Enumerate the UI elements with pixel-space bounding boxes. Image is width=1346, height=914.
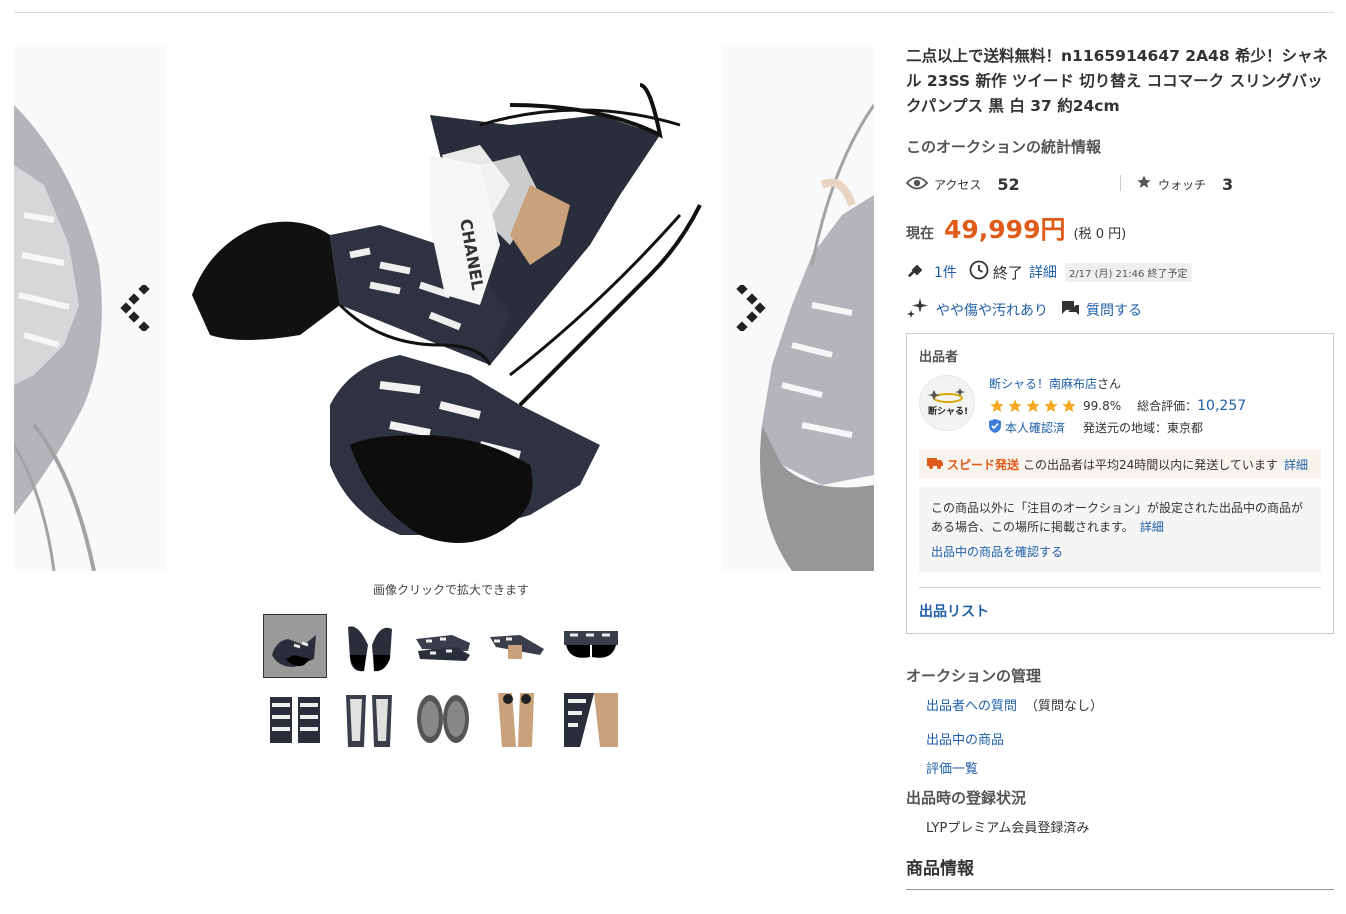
main-product-image[interactable]: CHANEL xyxy=(180,45,722,571)
price-row: 現在 49,999円 (税 0 円) xyxy=(906,210,1334,246)
rating-star-icon xyxy=(1062,398,1076,412)
notice-text: この商品以外に「注目のオークション」が設定された出品中の商品がある場合、この場所… xyxy=(931,501,1304,534)
seller-listing-link[interactable]: 出品リスト xyxy=(919,601,989,621)
management-list: 出品者への質問 （質問なし） 出品中の商品 評価一覧 xyxy=(926,692,1334,779)
clock-icon xyxy=(969,260,989,284)
featured-auction-notice: この商品以外に「注目のオークション」が設定された出品中の商品がある場合、この場所… xyxy=(919,487,1321,572)
seller-name-link[interactable]: 断シャる！南麻布店 xyxy=(989,377,1097,391)
seller-items-link[interactable]: 出品中の商品 xyxy=(926,729,1004,748)
thumbnail-4[interactable] xyxy=(486,615,548,677)
rating-total-label: 総合評価： xyxy=(1137,399,1198,413)
seller-box: 出品者 断シャる! 断シャる！南麻布店さん 99.8% 総合評価： 10,257… xyxy=(906,333,1334,634)
speed-shipping-banner: スピード発送 この出品者は平均24時間以内に発送しています 詳細 xyxy=(919,450,1321,478)
speed-text: この出品者は平均24時間以内に発送しています xyxy=(1023,457,1278,472)
product-info-divider xyxy=(906,889,1334,890)
seller-question-link[interactable]: 出品者への質問 xyxy=(926,695,1017,714)
watch-stat: ウォッチ 3 xyxy=(1136,170,1233,198)
registration-value: LYPプレミアム会員登録済み xyxy=(926,821,1090,836)
thumbnail-7[interactable] xyxy=(338,689,400,751)
next-arrow-icon[interactable] xyxy=(732,283,768,333)
seller-summary: 断シャる! 断シャる！南麻布店さん 99.8% 総合評価： 10,257 本人確… xyxy=(919,375,1321,436)
chat-icon xyxy=(1060,298,1080,322)
rating-percent: 99.8% xyxy=(1083,398,1122,413)
management-item-listings: 出品中の商品 xyxy=(926,726,1334,750)
thumbnail-9[interactable] xyxy=(486,689,548,751)
product-info-heading: 商品情報 xyxy=(906,859,974,879)
management-item-question: 出品者への質問 （質問なし） xyxy=(926,692,1334,716)
thumbnail-2[interactable] xyxy=(338,615,400,677)
seller-avatar[interactable]: 断シャる! xyxy=(919,375,975,431)
truck-icon xyxy=(927,457,943,472)
check-listings-link[interactable]: 出品中の商品を確認する xyxy=(931,543,1309,562)
eye-icon xyxy=(905,175,929,194)
stats-row: アクセス 52 ウォッチ 3 xyxy=(905,170,1334,198)
end-time: 2/17 (月) 21:46 終了予定 xyxy=(1064,262,1192,282)
watch-label: ウォッチ xyxy=(1158,177,1207,192)
price-tax: (税 0 円) xyxy=(1073,227,1127,242)
price-label: 現在 xyxy=(906,226,934,242)
gavel-icon xyxy=(906,261,928,283)
prev-arrow-icon[interactable] xyxy=(120,283,156,333)
sparkle-icon xyxy=(906,296,930,324)
management-heading: オークションの管理 xyxy=(906,667,1042,685)
end-detail-link[interactable]: 詳細 xyxy=(1029,262,1057,282)
current-price: 49,999円 xyxy=(944,215,1066,244)
stats-divider xyxy=(1120,175,1121,191)
rating-row: 99.8% 総合評価： 10,257 xyxy=(989,397,1246,414)
question-note: （質問なし） xyxy=(1025,698,1104,714)
speed-detail-link[interactable]: 詳細 xyxy=(1284,456,1308,473)
rating-star-icon xyxy=(990,398,1004,412)
thumbnail-6[interactable] xyxy=(264,689,326,751)
verified-link[interactable]: 本人確認済 xyxy=(1005,419,1065,436)
seller-details: 断シャる！南麻布店さん 99.8% 総合評価： 10,257 本人確認済 発送元… xyxy=(989,375,1246,436)
thumbnail-5[interactable] xyxy=(560,615,622,677)
stats-heading: このオークションの統計情報 xyxy=(906,138,1102,156)
item-title: 二点以上で送料無料！n1165914647 2A48 希少！シャネル 23SS … xyxy=(906,47,1329,115)
access-value: 52 xyxy=(997,174,1020,194)
thumbnail-8[interactable] xyxy=(412,689,474,751)
thumbnail-1[interactable] xyxy=(263,614,327,678)
seller-heading: 出品者 xyxy=(919,350,959,365)
thumbnail-10[interactable] xyxy=(560,689,622,751)
speed-label: スピード発送 xyxy=(947,457,1020,472)
watch-value: 3 xyxy=(1222,174,1234,194)
thumbnail-3[interactable] xyxy=(412,615,474,677)
auction-meta-row: 1件 終了 詳細 2/17 (月) 21:46 終了予定 xyxy=(906,259,1334,285)
ship-from: 発送元の地域：東京都 xyxy=(1083,421,1204,435)
item-info-panel: 二点以上で送料無料！n1165914647 2A48 希少！シャネル 23SS … xyxy=(905,44,1334,890)
registration-heading: 出品時の登録状況 xyxy=(906,789,1027,807)
rating-star-icon xyxy=(1026,398,1040,412)
notice-detail-link[interactable]: 詳細 xyxy=(1140,520,1164,534)
ratings-list-link[interactable]: 評価一覧 xyxy=(926,758,978,777)
seller-name-suffix: さん xyxy=(1097,377,1122,391)
condition-link[interactable]: やや傷や汚れあり xyxy=(936,300,1048,320)
end-label: 終了 xyxy=(992,263,1023,282)
rating-stars xyxy=(989,398,1077,414)
star-icon xyxy=(1136,174,1152,194)
access-label: アクセス xyxy=(934,177,982,192)
shield-check-icon xyxy=(989,419,1001,436)
image-gallery: CHANEL 画像クリックで拡大できます xyxy=(14,45,874,765)
management-item-ratings: 評価一覧 xyxy=(926,755,1334,779)
bid-count-link[interactable]: 1件 xyxy=(934,262,957,282)
seller-divider xyxy=(919,587,1321,588)
rating-total-link[interactable]: 10,257 xyxy=(1197,398,1246,414)
verify-row: 本人確認済 発送元の地域：東京都 xyxy=(989,419,1246,436)
avatar-text: 断シャる! xyxy=(928,405,968,417)
rating-star-icon xyxy=(1008,398,1022,412)
top-divider xyxy=(14,12,1334,13)
rating-star-icon xyxy=(1044,398,1058,412)
zoom-hint: 画像クリックで拡大できます xyxy=(372,583,529,597)
ask-question-link[interactable]: 質問する xyxy=(1086,300,1142,320)
access-stat: アクセス 52 xyxy=(905,170,1020,198)
condition-row: やや傷や汚れあり 質問する xyxy=(906,297,1334,323)
